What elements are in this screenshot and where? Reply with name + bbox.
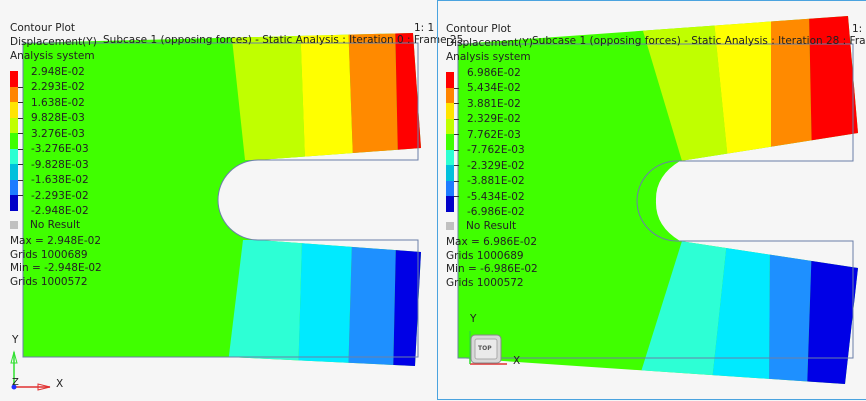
legend-value: 3.276E-03 [31,128,85,140]
legend-tick [18,86,23,88]
legend-value: -3.881E-02 [467,175,525,187]
min-value: Min = -2.948E-02 [10,262,102,274]
legend-swatch [10,86,18,102]
viewport-iteration-28[interactable]: Contour Plot Displacement(Y) Subcase 1 (… [437,0,866,400]
legend-value: -2.948E-02 [31,205,89,217]
legend-tick [18,117,23,119]
axis-x-label: X [56,378,64,390]
legend-value: -1.638E-02 [31,174,89,186]
legend-swatch [446,87,454,103]
legend-swatch [10,102,18,118]
legend-swatch [10,71,18,87]
max-min-stats: Max = 6.986E-02 Grids 1000689 Min = -6.9… [446,236,538,290]
viewport-iteration-0[interactable]: Contour Plot Displacement(Y) Subcase 1 (… [0,0,463,400]
scale-label: 1: 1 [852,23,866,35]
legend-tick [454,149,459,151]
min-grid: Grids 1000572 [10,275,88,288]
legend-swatch [10,117,18,133]
min-grid: Grids 1000572 [446,276,524,289]
no-result-legend: No Result [10,219,80,231]
legend-value: 5.434E-02 [467,82,521,94]
legend-swatch [446,134,454,150]
legend-tick [18,164,23,165]
legend-value: 3.881E-02 [467,98,521,110]
view-cube-top-label[interactable]: TOP [478,342,492,356]
legend-swatch [446,165,454,181]
legend-tick [454,118,459,120]
legend-tick [18,195,23,196]
legend-tick [18,179,23,181]
legend-swatch [446,180,454,196]
plot-title: Contour Plot [446,23,512,35]
legend-tick [454,134,459,135]
legend-swatch [10,195,18,211]
scale-label: 1: 1 [414,22,435,34]
legend-value: -9.828E-03 [31,159,89,171]
subcase-label: Subcase 1 (opposing forces) - Static Ana… [532,35,866,47]
legend-value: 2.948E-02 [31,66,85,78]
max-min-stats: Max = 2.948E-02 Grids 1000689 Min = -2.9… [10,235,102,289]
legend-value: -7.762E-03 [467,144,525,156]
legend-swatch [10,164,18,180]
legend-tick [454,165,459,166]
legend-swatch [10,148,18,164]
legend-value: 1.638E-02 [31,97,85,109]
legend-swatch [446,118,454,134]
axis-y-label: Y [470,313,477,325]
max-grid: Grids 1000689 [446,249,524,262]
max-value: Max = 2.948E-02 [10,235,102,247]
axis-x-label: X [513,355,521,367]
result-type: Displacement(Y) [446,37,533,49]
min-value: Min = -6.986E-02 [446,263,538,275]
plot-title: Contour Plot [10,22,76,34]
axis-z-label: Z [12,377,19,388]
legend-value: 2.329E-02 [467,113,521,125]
legend-value: -5.434E-02 [467,191,525,203]
no-result-legend: No Result [446,220,516,232]
legend-value: -3.276E-03 [31,143,89,155]
max-grid: Grids 1000689 [10,248,88,261]
legend-swatch [446,196,454,212]
axis-y-label: Y [12,334,19,346]
legend-value: 9.828E-03 [31,112,85,124]
legend-tick [18,148,23,150]
legend-swatch [446,149,454,165]
legend-value: -2.329E-02 [467,160,525,172]
legend-swatch [10,133,18,149]
legend-tick [454,180,459,182]
legend-swatch [446,72,454,88]
legend-swatch [10,179,18,195]
legend-value: 6.986E-02 [467,67,521,79]
system-label: Analysis system [10,50,95,62]
system-label: Analysis system [446,51,531,63]
legend-tick [454,87,459,89]
max-value: Max = 6.986E-02 [446,236,538,248]
legend-tick [454,103,459,104]
subcase-label: Subcase 1 (opposing forces) - Static Ana… [103,34,464,46]
result-type: Displacement(Y) [10,36,97,48]
legend-value: 2.293E-02 [31,81,85,93]
legend-tick [18,102,23,103]
legend-tick [18,133,23,134]
legend-value: 7.762E-03 [467,129,521,141]
legend-swatch [446,103,454,119]
legend-tick [454,196,459,197]
legend-value: -6.986E-02 [467,206,525,218]
legend-value: -2.293E-02 [31,190,89,202]
